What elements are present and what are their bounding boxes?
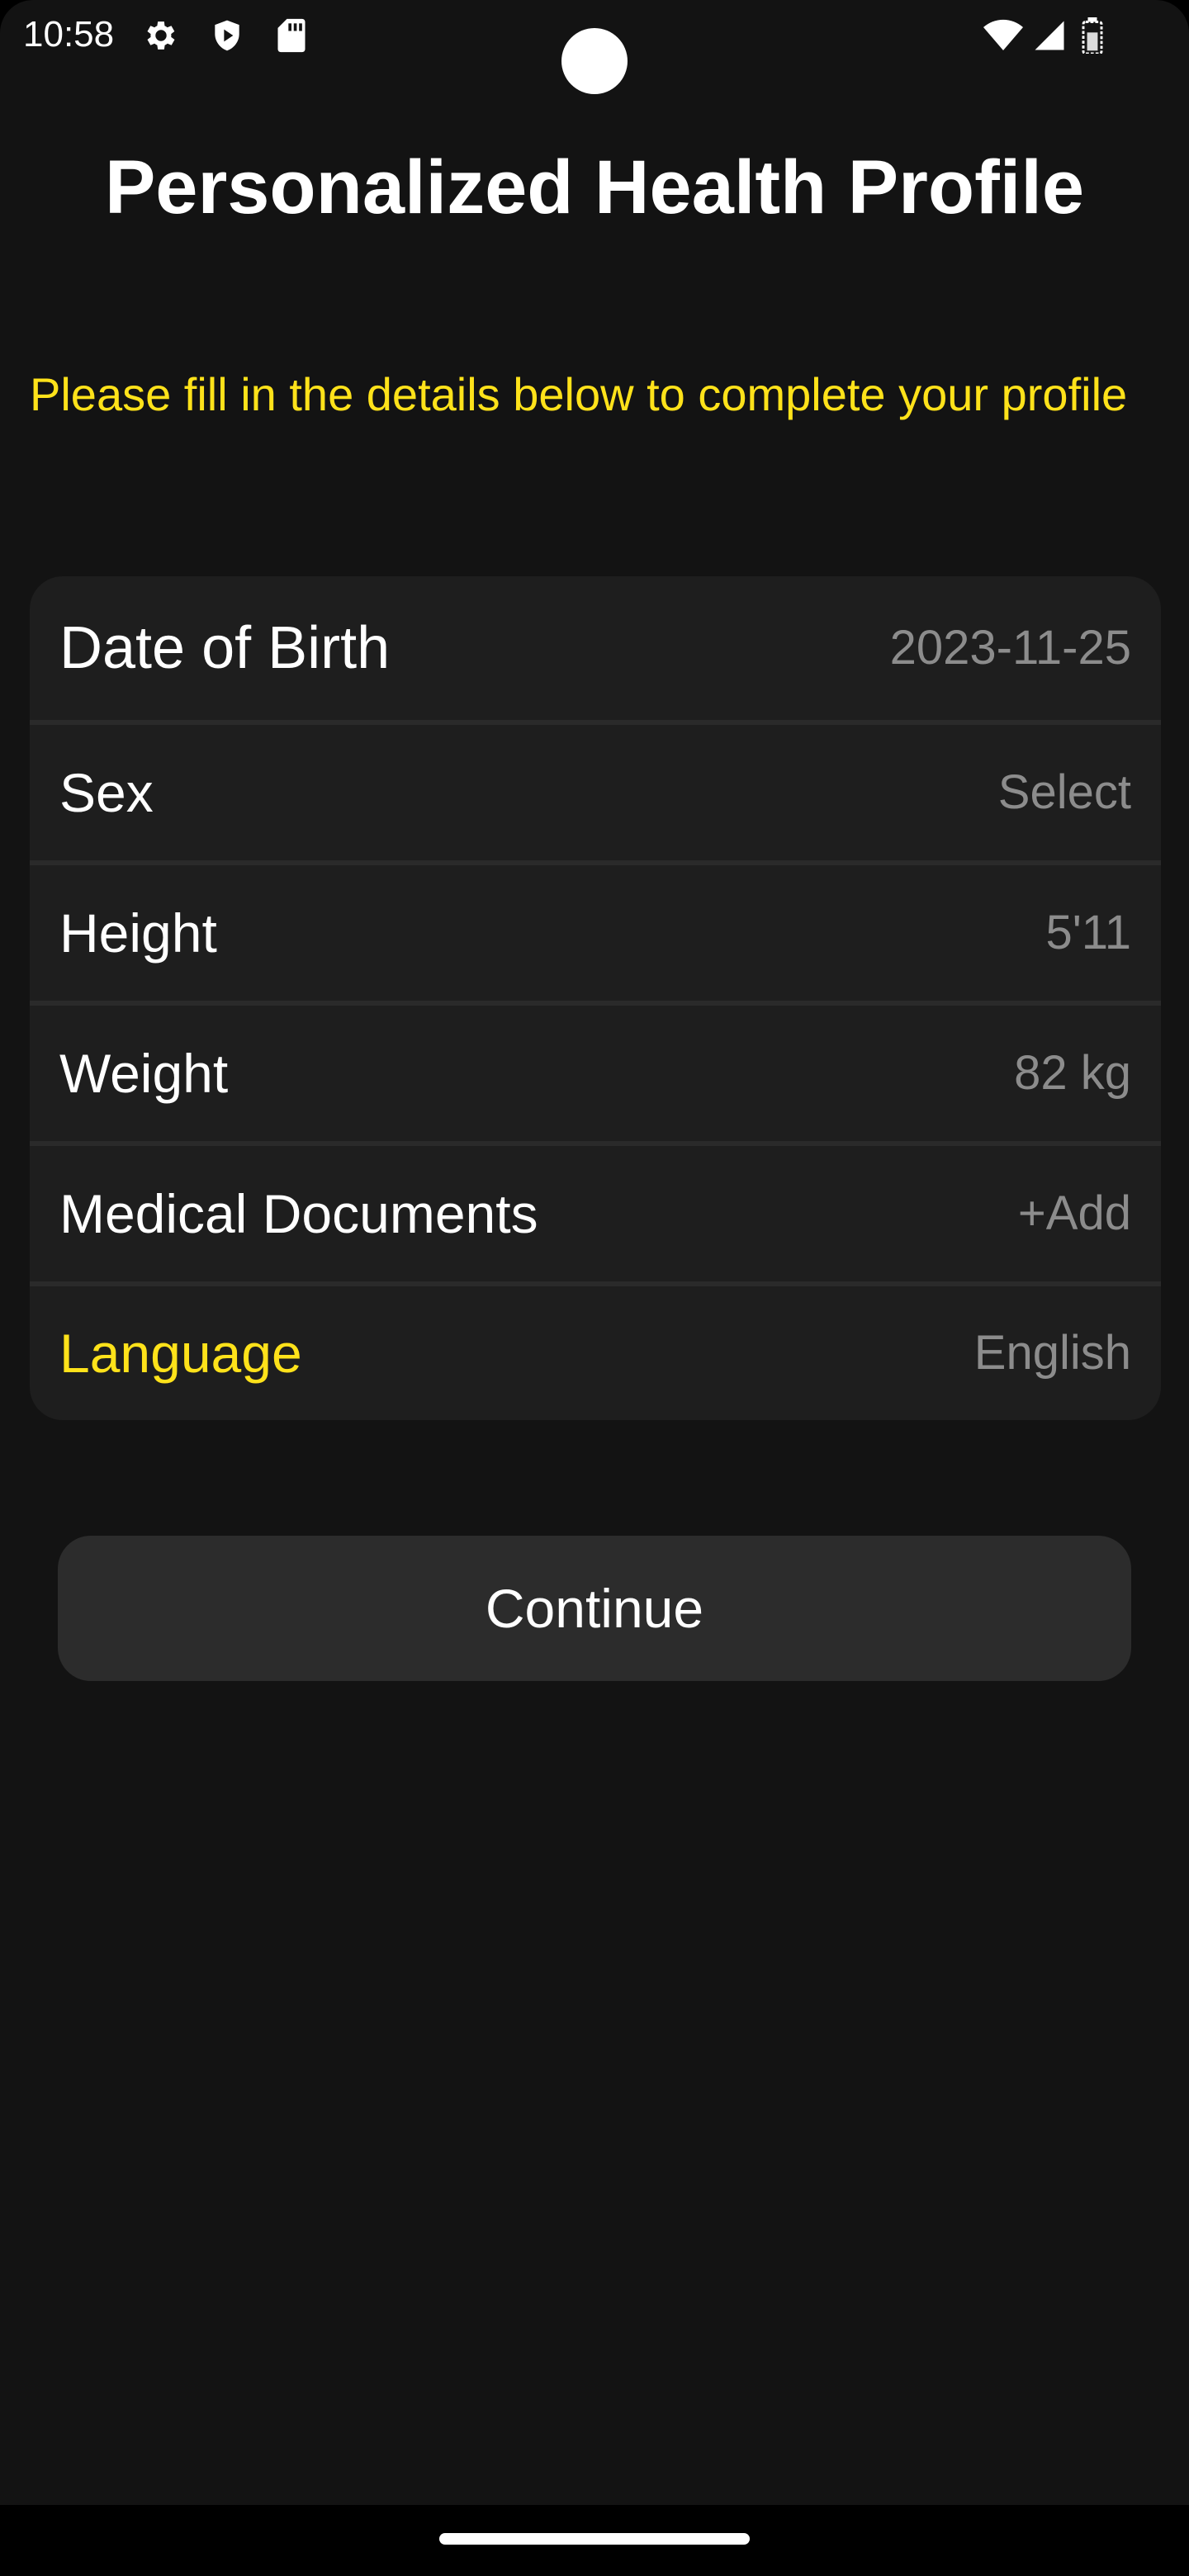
weight-label: Weight	[59, 1043, 229, 1104]
height-row[interactable]: Height 5'11	[30, 865, 1161, 1006]
cell-signal-icon	[1030, 17, 1068, 54]
date-of-birth-value: 2023-11-25	[889, 621, 1131, 675]
home-indicator[interactable]	[439, 2533, 750, 2545]
weight-row[interactable]: Weight 82 kg	[30, 1006, 1161, 1146]
camera-cutout	[561, 28, 628, 94]
date-of-birth-label: Date of Birth	[59, 615, 391, 681]
gear-icon	[142, 17, 180, 54]
profile-form: Date of Birth 2023-11-25 Sex Select Heig…	[30, 576, 1161, 1420]
medical-documents-label: Medical Documents	[59, 1183, 538, 1244]
status-time: 10:58	[23, 14, 115, 54]
sex-row[interactable]: Sex Select	[30, 725, 1161, 865]
shield-play-icon	[208, 17, 246, 54]
app-screen: 10:58 Personalized Health Profile Please…	[0, 0, 1189, 2576]
weight-value: 82 kg	[1014, 1046, 1131, 1100]
date-of-birth-row[interactable]: Date of Birth 2023-11-25	[30, 576, 1161, 725]
height-value: 5'11	[1045, 906, 1131, 959]
language-label: Language	[59, 1323, 302, 1384]
sex-label: Sex	[59, 762, 154, 823]
continue-button[interactable]: Continue	[58, 1536, 1131, 1681]
wifi-icon	[983, 17, 1024, 54]
sd-card-icon	[272, 17, 310, 54]
height-label: Height	[59, 902, 217, 964]
sex-value: Select	[997, 765, 1131, 819]
language-row[interactable]: Language English	[30, 1286, 1161, 1420]
battery-icon	[1080, 17, 1105, 54]
page-title: Personalized Health Profile	[104, 145, 1085, 230]
medical-documents-row[interactable]: Medical Documents +Add	[30, 1146, 1161, 1286]
language-value: English	[973, 1326, 1131, 1380]
status-bar: 10:58	[0, 0, 1189, 94]
add-document-button[interactable]: +Add	[1018, 1184, 1131, 1243]
page-subtitle: Please fill in the details below to comp…	[30, 368, 1128, 420]
